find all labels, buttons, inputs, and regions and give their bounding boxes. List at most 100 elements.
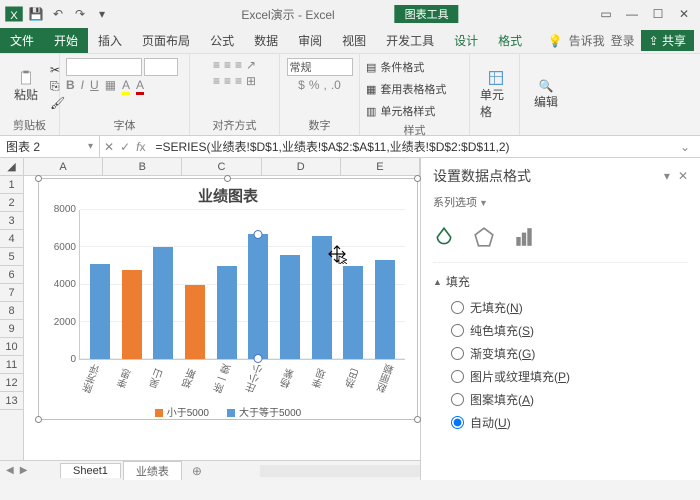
fill-none-radio[interactable]: 无填充(N) <box>451 296 688 319</box>
enter-formula-icon[interactable]: ✓ <box>120 140 130 154</box>
tab-view[interactable]: 视图 <box>332 28 376 53</box>
chart-legend[interactable]: 小于5000 大于等于5000 <box>39 398 417 419</box>
series-tab-icon[interactable] <box>513 226 535 248</box>
editing-button[interactable]: 🔍编辑 <box>526 77 566 112</box>
chart-bar[interactable] <box>312 236 332 359</box>
tab-format[interactable]: 格式 <box>488 28 532 53</box>
chart-bar[interactable] <box>217 266 237 359</box>
sheet-nav-prev-icon[interactable]: ◀ <box>6 465 14 476</box>
col-header[interactable]: B <box>103 158 182 175</box>
chart-bar[interactable] <box>375 260 395 359</box>
align-mid-icon[interactable]: ≡ <box>224 58 231 72</box>
fill-pattern-radio[interactable]: 图案填充(A) <box>451 388 688 411</box>
fill-auto-radio[interactable]: 自动(U) <box>451 411 688 434</box>
cell-style-button[interactable]: ▥单元格样式 <box>366 102 463 120</box>
chart-bar[interactable] <box>185 285 205 360</box>
comma-icon[interactable]: , <box>324 78 327 92</box>
resize-handle[interactable] <box>35 175 42 182</box>
minimize-icon[interactable]: — <box>620 4 644 24</box>
login-link[interactable]: 登录 <box>611 32 635 49</box>
row-header[interactable]: 11 <box>0 356 23 374</box>
border-icon[interactable]: ▦ <box>105 78 116 95</box>
legend-item[interactable]: 小于5000 <box>155 404 209 419</box>
tab-design[interactable]: 设计 <box>444 28 488 53</box>
merge-icon[interactable]: ⊞ <box>246 74 256 88</box>
chart-bar[interactable] <box>90 264 110 359</box>
pane-close-icon[interactable]: ✕ <box>678 169 688 183</box>
cond-format-button[interactable]: ▤条件格式 <box>366 58 463 76</box>
col-header[interactable]: C <box>182 158 261 175</box>
chart-bar[interactable] <box>153 247 173 359</box>
chart-bar[interactable] <box>248 234 268 359</box>
font-size-select[interactable] <box>144 58 178 76</box>
fill-solid-radio[interactable]: 纯色填充(S) <box>451 319 688 342</box>
col-header[interactable]: E <box>341 158 420 175</box>
inc-dec-icon[interactable]: .0 <box>331 78 341 92</box>
sheet-tab[interactable]: 业绩表 <box>123 461 182 480</box>
row-header[interactable]: 10 <box>0 338 23 356</box>
pane-menu-icon[interactable]: ▾ <box>664 169 670 183</box>
resize-handle[interactable] <box>35 416 42 423</box>
cells-button[interactable]: 单元格 <box>476 68 516 122</box>
horizontal-scrollbar[interactable] <box>260 464 420 478</box>
table-format-button[interactable]: ▦套用表格格式 <box>366 80 463 98</box>
fill-picture-radio[interactable]: 图片或纹理填充(P) <box>451 365 688 388</box>
qat-more-icon[interactable]: ▾ <box>92 4 112 24</box>
row-header[interactable]: 8 <box>0 302 23 320</box>
tab-insert[interactable]: 插入 <box>88 28 132 53</box>
tab-layout[interactable]: 页面布局 <box>132 28 200 53</box>
chart-bar[interactable] <box>122 270 142 359</box>
align-right-icon[interactable]: ≡ <box>235 74 242 88</box>
chart-bar[interactable] <box>280 255 300 359</box>
row-header[interactable]: 12 <box>0 374 23 392</box>
number-format-select[interactable] <box>287 58 353 76</box>
select-all-corner[interactable]: ◢ <box>0 158 24 175</box>
italic-icon[interactable]: I <box>81 78 84 95</box>
row-header[interactable]: 1 <box>0 176 23 194</box>
orient-icon[interactable]: ↗ <box>246 58 256 72</box>
save-icon[interactable]: 💾 <box>26 4 46 24</box>
font-color-icon[interactable]: A <box>136 78 144 95</box>
row-header[interactable]: 13 <box>0 392 23 410</box>
align-left-icon[interactable]: ≡ <box>213 74 220 88</box>
chart-bar[interactable] <box>343 266 363 359</box>
fill-line-tab-icon[interactable] <box>433 226 455 248</box>
sheet-nav-next-icon[interactable]: ▶ <box>20 465 28 476</box>
add-sheet-icon[interactable]: ⊕ <box>184 464 210 478</box>
align-center-icon[interactable]: ≡ <box>224 74 231 88</box>
row-header[interactable]: 5 <box>0 248 23 266</box>
paste-button[interactable]: 粘贴 <box>6 68 46 105</box>
sheet-tab-active[interactable]: Sheet1 <box>60 463 121 478</box>
redo-icon[interactable]: ↷ <box>70 4 90 24</box>
chevron-down-icon[interactable]: ▾ <box>88 141 93 152</box>
ribbon-options-icon[interactable]: ▭ <box>594 4 618 24</box>
percent-icon[interactable]: % <box>309 78 320 92</box>
resize-handle[interactable] <box>414 416 421 423</box>
close-icon[interactable]: ✕ <box>672 4 696 24</box>
row-header[interactable]: 4 <box>0 230 23 248</box>
chart-title[interactable]: 业绩图表 <box>39 179 417 210</box>
col-header[interactable]: A <box>24 158 103 175</box>
legend-item[interactable]: 大于等于5000 <box>227 404 301 419</box>
fx-icon[interactable]: fx <box>136 140 145 154</box>
cancel-formula-icon[interactable]: ✕ <box>104 140 114 154</box>
underline-icon[interactable]: U <box>90 78 99 95</box>
currency-icon[interactable]: $ <box>298 78 305 92</box>
fill-color-icon[interactable]: A <box>122 78 130 95</box>
fill-section-header[interactable]: ▲填充 <box>433 263 688 296</box>
formula-bar[interactable]: =SERIES(业绩表!$D$1,业绩表!$A$2:$A$11,业绩表!$D$2… <box>149 136 700 157</box>
row-header[interactable]: 6 <box>0 266 23 284</box>
pane-subtitle[interactable]: 系列选项▼ <box>433 190 688 220</box>
expand-formula-icon[interactable]: ⌄ <box>676 140 694 154</box>
maximize-icon[interactable]: ☐ <box>646 4 670 24</box>
tab-home[interactable]: 开始 <box>44 28 88 53</box>
undo-icon[interactable]: ↶ <box>48 4 68 24</box>
tab-formula[interactable]: 公式 <box>200 28 244 53</box>
col-header[interactable]: D <box>262 158 341 175</box>
chart-plot-area[interactable]: 02000400060008000 <box>79 210 405 360</box>
chart-object[interactable]: 业绩图表 02000400060008000 陈芳评李思吴山郑斯陈一雯庄小小杨紫… <box>38 178 418 420</box>
row-header[interactable]: 3 <box>0 212 23 230</box>
bold-icon[interactable]: B <box>66 78 75 95</box>
tab-review[interactable]: 审阅 <box>288 28 332 53</box>
tell-me-text[interactable]: 告诉我 <box>569 32 605 49</box>
